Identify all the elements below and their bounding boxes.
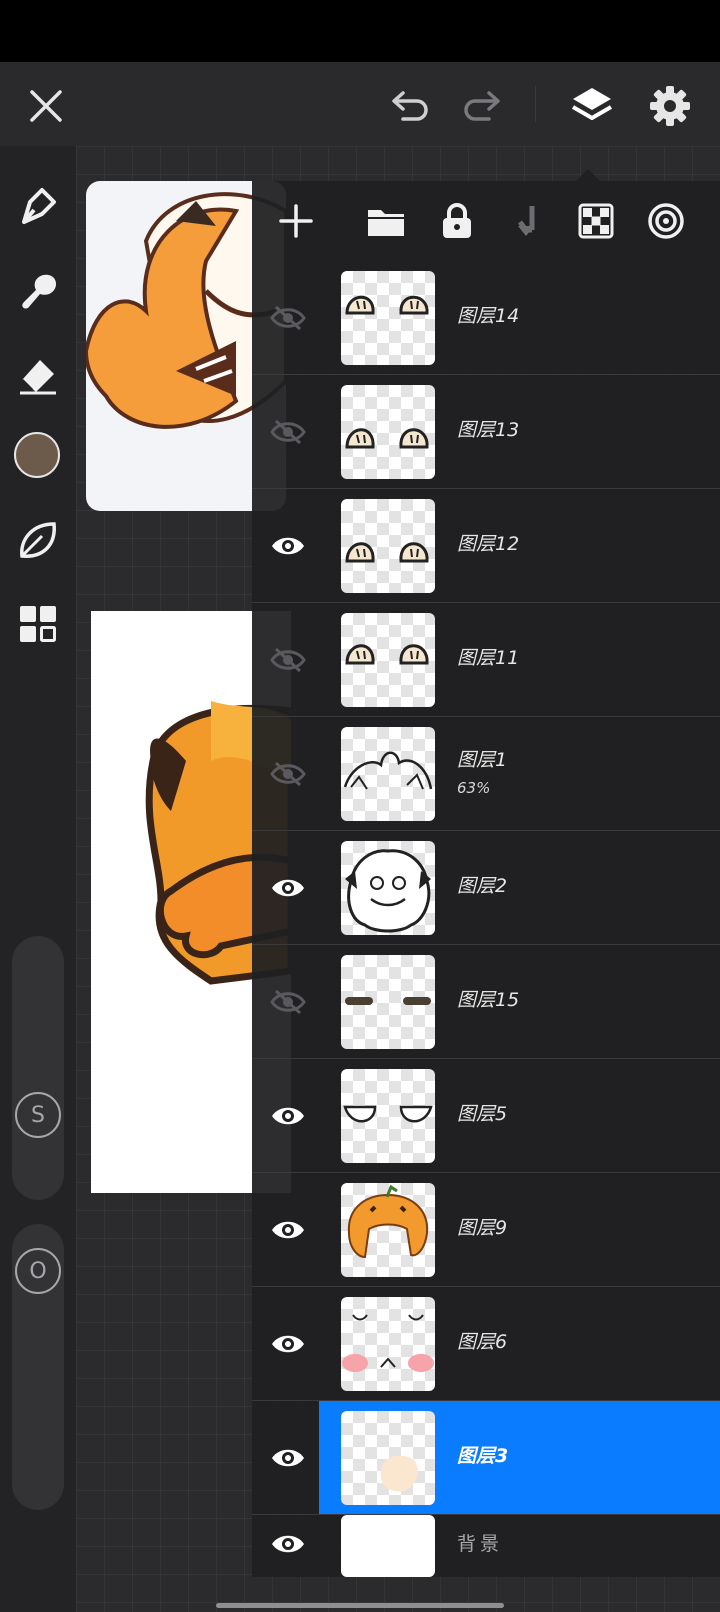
lock-icon — [443, 203, 471, 238]
layer-name: 图层5 — [457, 1103, 508, 1125]
close-button[interactable] — [22, 82, 70, 130]
toolbar-divider — [535, 86, 536, 122]
add-layer-icon — [279, 204, 313, 238]
settings-button[interactable] — [644, 80, 696, 132]
target-mask-icon — [648, 203, 684, 239]
eye-icon[interactable] — [266, 1325, 310, 1363]
brush-tool[interactable] — [14, 182, 62, 230]
eye-icon[interactable] — [266, 1211, 310, 1249]
hidden-eye-icon[interactable] — [266, 983, 310, 1021]
opacity-slider-knob[interactable]: O — [15, 1248, 61, 1294]
layer-name: 图层1 — [457, 749, 508, 771]
eye-icon[interactable] — [266, 869, 310, 907]
folder-icon — [368, 210, 404, 236]
merge-down-icon — [518, 206, 535, 236]
layer-row-5[interactable]: 图层5 — [252, 1059, 720, 1173]
layer-name: 图层12 — [457, 533, 520, 555]
layer-name: 背景 — [457, 1533, 504, 1555]
grid-icon — [20, 606, 56, 642]
home-indicator — [216, 1603, 504, 1608]
layer-row-12[interactable]: 图层12 — [252, 489, 720, 603]
layer-name: 图层13 — [457, 419, 520, 441]
hidden-eye-icon[interactable] — [266, 413, 310, 451]
layer-name: 图层9 — [457, 1217, 508, 1239]
layer-row-2[interactable]: 图层2 — [252, 831, 720, 945]
layer-thumbnail — [341, 1297, 435, 1391]
layer-thumbnail — [341, 841, 435, 935]
eye-icon[interactable] — [266, 1097, 310, 1135]
layer-row-13[interactable]: 图层13 — [252, 375, 720, 489]
hidden-eye-icon[interactable] — [266, 299, 310, 337]
background-color-thumbnail — [341, 1515, 435, 1577]
layer-row-15[interactable]: 图层15 — [252, 945, 720, 1059]
redo-button[interactable] — [458, 84, 506, 128]
layer-thumbnail — [341, 1411, 435, 1505]
lock-layer-button[interactable] — [433, 197, 481, 245]
layer-row-11[interactable]: 图层11 — [252, 603, 720, 717]
smudge-icon — [22, 274, 57, 309]
eraser-tool[interactable] — [14, 350, 62, 398]
layers-button[interactable] — [566, 80, 618, 132]
layer-thumbnail — [341, 1183, 435, 1277]
layer-name: 图层11 — [457, 647, 520, 669]
layer-thumbnail — [341, 727, 435, 821]
undo-icon — [392, 91, 428, 121]
layer-row-14[interactable]: 图层14 — [252, 261, 720, 375]
hidden-eye-icon[interactable] — [266, 641, 310, 679]
redo-icon — [464, 91, 500, 121]
layer-thumbnail — [341, 385, 435, 479]
alpha-lock-button[interactable] — [572, 197, 620, 245]
layer-row-3[interactable]: 图层3 — [252, 1401, 720, 1515]
layer-name: 图层3 — [457, 1445, 509, 1467]
layer-row-background[interactable]: 背景 — [252, 1515, 720, 1577]
layer-name: 图层15 — [457, 989, 520, 1011]
brush-icon — [22, 188, 56, 224]
gallery-tool[interactable] — [14, 600, 62, 648]
layer-row-9[interactable]: 图层9 — [252, 1173, 720, 1287]
status-bar — [0, 0, 720, 62]
layers-panel-caret — [576, 169, 600, 181]
smudge-tool[interactable] — [14, 266, 62, 314]
layer-row-1[interactable]: 图层1 63% — [252, 717, 720, 831]
checkerboard-icon — [578, 203, 614, 239]
undo-button[interactable] — [386, 84, 434, 128]
color-swatch[interactable] — [14, 432, 60, 478]
layers-panel-toolbar — [252, 181, 720, 261]
hidden-eye-icon[interactable] — [266, 755, 310, 793]
layers-icon — [571, 88, 613, 120]
eye-icon[interactable] — [266, 527, 310, 565]
layer-thumbnail — [341, 499, 435, 593]
layer-opacity: 63% — [457, 779, 491, 797]
new-group-button[interactable] — [362, 197, 410, 245]
layer-name: 图层6 — [457, 1331, 508, 1353]
layer-name: 图层2 — [457, 875, 508, 897]
brush-size-slider[interactable] — [12, 936, 64, 1200]
close-icon — [30, 90, 62, 122]
gear-icon — [650, 86, 690, 126]
layer-thumbnail — [341, 955, 435, 1049]
layer-row-6[interactable]: 图层6 — [252, 1287, 720, 1401]
size-slider-knob[interactable]: S — [15, 1092, 61, 1138]
selection-tool[interactable] — [14, 516, 62, 564]
layer-thumbnail — [341, 613, 435, 707]
layer-thumbnail — [341, 271, 435, 365]
layer-name: 图层14 — [457, 305, 520, 327]
layer-thumbnail — [341, 1069, 435, 1163]
add-layer-button[interactable] — [272, 197, 320, 245]
mask-button[interactable] — [642, 197, 690, 245]
leaf-select-icon — [20, 522, 56, 558]
eye-icon[interactable] — [266, 1439, 310, 1477]
eraser-icon — [20, 360, 56, 395]
merge-down-button[interactable] — [503, 197, 551, 245]
eye-icon[interactable] — [266, 1525, 310, 1563]
